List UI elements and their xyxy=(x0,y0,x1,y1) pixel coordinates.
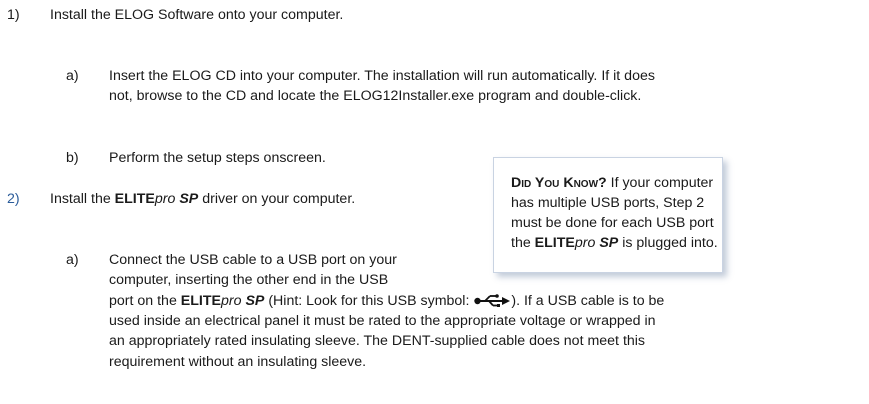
callout-line: the ELITEpro SP is plugged into. xyxy=(511,235,718,251)
step-text: Install the ELITEpro SP driver on your c… xyxy=(50,191,356,207)
substep-line: requirement without an insulating sleeve… xyxy=(109,354,367,370)
substep-line: used inside an electrical panel it must … xyxy=(109,313,656,329)
substep-line: Connect the USB cable to a USB port on y… xyxy=(109,252,397,268)
substep-line: an appropriately rated insulating sleeve… xyxy=(109,333,646,349)
substep-line: Perform the setup steps onscreen. xyxy=(109,150,326,166)
substep-line: computer, inserting the other end in the… xyxy=(109,272,389,288)
callout-heading: Did You Know? xyxy=(511,175,607,191)
callout-line: Did You Know? If your computer xyxy=(511,175,714,191)
substep-line: Insert the ELOG CD into your computer. T… xyxy=(109,68,655,84)
step-number: 1) xyxy=(7,7,20,23)
substep-letter: b) xyxy=(66,150,79,166)
substep-line: not, browse to the CD and locate the ELO… xyxy=(109,88,642,104)
step-text: Install the ELOG Software onto your comp… xyxy=(50,7,344,23)
callout-line: has multiple USB ports, Step 2 xyxy=(511,195,705,211)
substep-letter: a) xyxy=(66,252,79,268)
substep-letter: a) xyxy=(66,68,79,84)
callout-line: must be done for each USB port xyxy=(511,215,714,231)
step-number: 2) xyxy=(7,191,20,207)
did-you-know-callout: Did You Know? If your computer has multi… xyxy=(493,157,723,273)
